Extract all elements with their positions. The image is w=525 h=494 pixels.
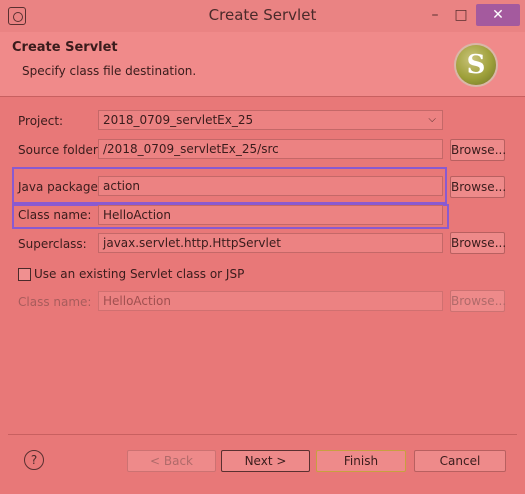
java-package-browse-button[interactable]: Browse... [450,176,506,198]
existing-class-browse-button[interactable]: Browse... [450,290,506,312]
use-existing-checkbox[interactable] [18,268,31,281]
project-label: Project: [18,114,64,128]
back-button[interactable]: < Back [127,450,216,472]
cancel-button[interactable]: Cancel [414,450,506,472]
header-title: Create Servlet [12,40,118,55]
class-name-label: Class name: [18,208,92,222]
superclass-browse-button[interactable]: Browse... [450,232,506,254]
java-package-label: Java package: [18,180,102,194]
chevron-down-icon: ⌵ [428,114,436,125]
wizard-header: Create Servlet Specify class file destin… [0,32,525,97]
superclass-label: Superclass: [18,237,87,251]
finish-button[interactable]: Finish [316,450,406,472]
minimize-button[interactable]: – [425,4,445,26]
source-folder-label: Source folder: [18,143,102,157]
close-button[interactable]: ✕ [476,4,520,26]
existing-class-name-input[interactable]: HelloAction [98,291,443,311]
servlet-logo-icon: S [456,45,496,85]
footer-separator [8,434,517,435]
window-title: Create Servlet [208,6,317,24]
header-description: Specify class file destination. [22,64,197,78]
project-value: 2018_0709_servletEx_25 [103,113,254,127]
existing-class-name-label: Class name: [18,295,92,309]
maximize-button[interactable]: □ [451,4,471,26]
java-package-input[interactable]: action [98,176,443,196]
class-name-input[interactable]: HelloAction [98,205,443,225]
source-folder-input[interactable]: /2018_0709_servletEx_25/src [98,139,443,159]
use-existing-label[interactable]: Use an existing Servlet class or JSP [34,267,244,281]
superclass-input[interactable]: javax.servlet.http.HttpServlet [98,233,443,253]
project-select[interactable]: 2018_0709_servletEx_25 ⌵ [98,110,443,130]
help-icon[interactable]: ? [24,450,44,470]
source-folder-browse-button[interactable]: Browse... [450,139,506,161]
next-button[interactable]: Next > [221,450,310,472]
